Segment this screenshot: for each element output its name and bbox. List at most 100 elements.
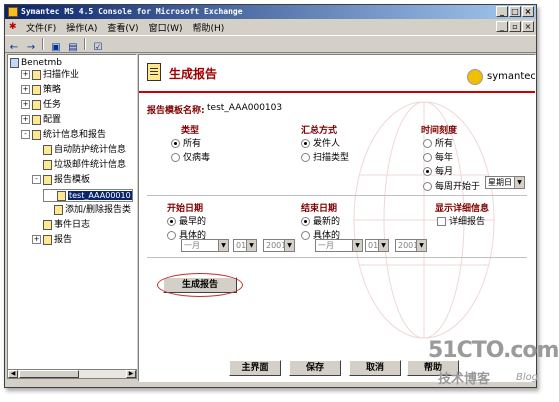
up-folder-icon[interactable]: ▣	[49, 41, 63, 54]
back-arrow-icon[interactable]: ←	[7, 41, 21, 54]
main-interface-button[interactable]: 主界面	[229, 360, 281, 376]
show-tree-icon[interactable]: ▤	[66, 41, 80, 54]
expand-toggle-icon[interactable]: +	[21, 115, 30, 124]
save-button[interactable]: 保存	[289, 360, 341, 376]
expand-toggle-icon[interactable]: -	[21, 130, 30, 139]
window-title: Symantec MS 4.5 Console for Microsoft Ex…	[21, 7, 243, 16]
tree-item[interactable]: 事件日志	[32, 219, 90, 231]
dropdown-arrow-icon[interactable]: ▼	[246, 240, 256, 251]
summary-heading: 汇总方式	[301, 126, 338, 136]
folder-icon	[32, 99, 41, 110]
dropdown-arrow-icon[interactable]: ▼	[416, 240, 426, 251]
time-option-monthly[interactable]: 每月	[423, 164, 453, 177]
radio-button[interactable]	[423, 182, 432, 191]
radio-button[interactable]	[423, 153, 432, 162]
tree-item[interactable]: 自动防护统计信息	[32, 144, 126, 156]
time-option-yearly[interactable]: 每年	[423, 150, 453, 163]
radio-button[interactable]	[301, 217, 310, 226]
folder-icon	[43, 219, 52, 230]
tree-item[interactable]: 添加/删除报告类	[43, 204, 131, 216]
folder-icon	[54, 204, 63, 215]
radio-button[interactable]	[423, 167, 432, 176]
tree-item[interactable]: + 报告	[32, 234, 72, 246]
watermark-site: 51CTO.com	[428, 338, 559, 363]
summary-option-sender[interactable]: 发件人	[301, 136, 340, 149]
start-day-select[interactable]: 01 ▼	[233, 239, 257, 252]
properties-icon[interactable]: ☑	[91, 41, 105, 54]
radio-button[interactable]	[301, 139, 310, 148]
expand-toggle-icon[interactable]: +	[32, 235, 41, 244]
title-bar: Symantec MS 4.5 Console for Microsoft Ex…	[5, 5, 536, 19]
tree-item[interactable]: + 扫描作业	[21, 69, 79, 81]
console-icon[interactable]: ✱	[9, 22, 19, 32]
app-icon	[8, 7, 18, 17]
end-day-select[interactable]: 01 ▼	[365, 239, 389, 252]
dropdown-arrow-icon[interactable]: ▼	[514, 177, 524, 188]
tree-item[interactable]: + 配置	[21, 114, 61, 126]
folder-icon	[43, 144, 52, 155]
radio-button[interactable]	[171, 153, 180, 162]
tree-root[interactable]: Benetmb	[10, 57, 62, 69]
menu-window[interactable]: 窗口(W)	[144, 20, 188, 35]
radio-button[interactable]	[423, 139, 432, 148]
toolbar-divider	[42, 38, 44, 50]
menu-action[interactable]: 操作(A)	[61, 20, 102, 35]
mdi-close-button[interactable]: ×	[522, 21, 534, 32]
watermark-blog: Blog	[516, 372, 539, 383]
scroll-thumb[interactable]	[19, 370, 79, 378]
mdi-restore-button[interactable]: ▫	[509, 21, 521, 32]
cancel-button[interactable]: 取消	[349, 360, 401, 376]
start-year-select[interactable]: 2001 ▼	[263, 239, 295, 252]
scroll-left-arrow-icon[interactable]: ◀	[8, 370, 18, 378]
end-date-heading: 结束日期	[301, 204, 338, 214]
radio-button[interactable]	[301, 153, 310, 162]
tree-horizontal-scrollbar[interactable]: ◀ ▶	[7, 369, 137, 379]
radio-button[interactable]	[171, 139, 180, 148]
weekday-select[interactable]: 星期日 ▼	[485, 176, 525, 189]
start-option-earliest[interactable]: 最早的	[167, 214, 206, 227]
dropdown-arrow-icon[interactable]: ▼	[218, 240, 228, 251]
close-button[interactable]: ×	[522, 6, 534, 17]
dropdown-arrow-icon[interactable]: ▼	[284, 240, 294, 251]
scroll-right-arrow-icon[interactable]: ▶	[126, 370, 136, 378]
expand-toggle-icon[interactable]: +	[21, 100, 30, 109]
expand-toggle-icon[interactable]: -	[32, 175, 41, 184]
tree-item[interactable]: + 策略	[21, 84, 61, 96]
checkbox[interactable]	[437, 217, 446, 226]
toolbar: ← → ▣ ▤ ☑	[5, 35, 536, 53]
folder-icon	[32, 129, 41, 140]
tree-item[interactable]: 垃圾邮件统计信息	[32, 159, 126, 171]
minimize-button[interactable]: _	[496, 6, 508, 17]
tree-item[interactable]: test_AAA00010	[43, 189, 133, 202]
radio-button[interactable]	[167, 217, 176, 226]
time-option-weekly[interactable]: 每周开始于	[423, 179, 480, 192]
expand-toggle-icon[interactable]: +	[21, 70, 30, 79]
menu-help[interactable]: 帮助(H)	[188, 20, 230, 35]
start-month-select[interactable]: 一月 ▼	[181, 239, 229, 252]
detail-heading: 显示详细信息	[435, 204, 490, 214]
expand-toggle-icon[interactable]: +	[21, 85, 30, 94]
time-option-all[interactable]: 所有	[423, 136, 453, 149]
menu-view[interactable]: 查看(V)	[102, 20, 143, 35]
type-option-virus[interactable]: 仅病毒	[171, 150, 210, 163]
tree-item[interactable]: - 报告模板	[32, 174, 90, 186]
dropdown-arrow-icon[interactable]: ▼	[378, 240, 388, 251]
detail-report-checkbox[interactable]: 详细报告	[437, 214, 485, 227]
folder-icon	[57, 190, 66, 201]
summary-option-scantype[interactable]: 扫描类型	[301, 150, 349, 163]
mdi-minimize-button[interactable]: _	[496, 21, 508, 32]
menu-file[interactable]: 文件(F)	[21, 20, 61, 35]
dropdown-arrow-icon[interactable]: ▼	[352, 240, 362, 251]
tree-item[interactable]: + 任务	[21, 99, 61, 111]
tree-item[interactable]: - 统计信息和报告	[21, 129, 106, 141]
radio-button[interactable]	[301, 231, 310, 240]
end-year-select[interactable]: 2001 ▼	[395, 239, 427, 252]
forward-arrow-icon[interactable]: →	[24, 41, 38, 54]
maximize-button[interactable]: □	[509, 6, 521, 17]
end-option-latest[interactable]: 最新的	[301, 214, 340, 227]
radio-button[interactable]	[167, 231, 176, 240]
end-month-select[interactable]: 一月 ▼	[315, 239, 363, 252]
page-title: 生成报告	[169, 67, 218, 81]
brand-logo: symantec.	[487, 71, 536, 82]
type-option-all[interactable]: 所有	[171, 136, 201, 149]
